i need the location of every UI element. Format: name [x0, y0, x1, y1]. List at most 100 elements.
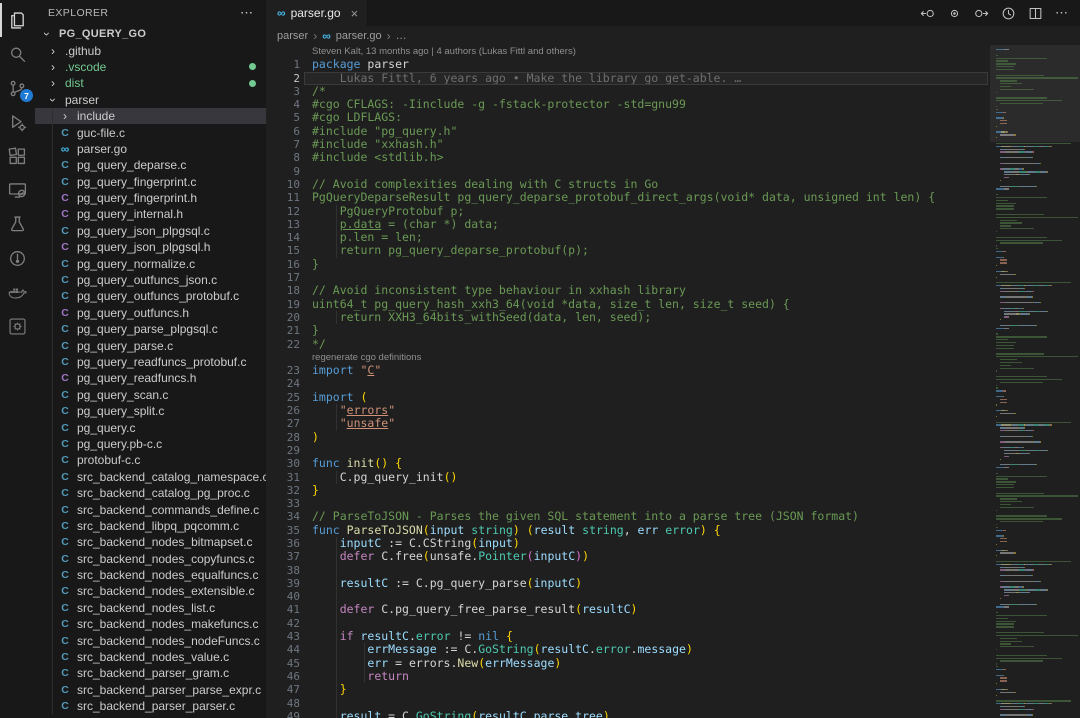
tree-item-src-backend-nodes-bitmapset-c[interactable]: Csrc_backend_nodes_bitmapset.c — [35, 534, 266, 550]
docker-icon[interactable] — [0, 275, 35, 309]
code-line-2[interactable]: 2Lukas Fittl, 6 years ago • Make the lib… — [266, 72, 990, 85]
code-line-26[interactable]: 26 "errors" — [266, 404, 990, 417]
run-debug-icon[interactable] — [0, 105, 35, 139]
code-line-12[interactable]: 12 PgQueryProtobuf p; — [266, 205, 990, 218]
testing-icon[interactable] — [0, 207, 35, 241]
tree-item-pg-query-scan-c[interactable]: Cpg_query_scan.c — [35, 387, 266, 403]
explorer-icon[interactable] — [0, 3, 35, 37]
code-line-17[interactable]: 17 — [266, 271, 990, 284]
tree-item-pg-query-readfuncs-protobuf-c[interactable]: Cpg_query_readfuncs_protobuf.c — [35, 354, 266, 370]
tree-item-src-backend-parser-gram-c[interactable]: Csrc_backend_parser_gram.c — [35, 665, 266, 681]
tree-item-pg-query-parse-c[interactable]: Cpg_query_parse.c — [35, 337, 266, 353]
pull-requests-icon[interactable] — [0, 241, 35, 275]
tree-item-protobuf-c-c[interactable]: Cprotobuf-c.c — [35, 452, 266, 468]
code-line-10[interactable]: 10// Avoid complexities dealing with C s… — [266, 178, 990, 191]
file-history-icon[interactable] — [1000, 5, 1016, 21]
code-line-5[interactable]: 5#cgo LDFLAGS: — [266, 111, 990, 124]
tree-item-src-backend-nodes-makefuncs-c[interactable]: Csrc_backend_nodes_makefuncs.c — [35, 616, 266, 632]
code-line-34[interactable]: 34// ParseToJSON - Parses the given SQL … — [266, 510, 990, 523]
containers-icon[interactable] — [0, 309, 35, 343]
more-actions-icon[interactable]: ⋯ — [1054, 5, 1070, 21]
tree-item-src-backend-parser-parse-expr-c[interactable]: Csrc_backend_parser_parse_expr.c — [35, 682, 266, 698]
code-line-25[interactable]: 25import ( — [266, 391, 990, 404]
tree-item-pg-query-pb-c-c[interactable]: Cpg_query.pb-c.c — [35, 436, 266, 452]
code-line-27[interactable]: 27 "unsafe" — [266, 417, 990, 430]
more-actions-icon[interactable]: ⋯ — [240, 5, 254, 21]
code-line-44[interactable]: 44 errMessage := C.GoString(resultC.erro… — [266, 643, 990, 656]
code-line-18[interactable]: 18// Avoid inconsistent type behaviour i… — [266, 284, 990, 297]
code-line-30[interactable]: 30func init() { — [266, 457, 990, 470]
tab-parser-go[interactable]: ∞ parser.go × — [266, 0, 368, 26]
code-line-15[interactable]: 15 return pg_query_deparse_protobuf(p); — [266, 244, 990, 257]
tree-item-src-backend-nodes-extensible-c[interactable]: Csrc_backend_nodes_extensible.c — [35, 583, 266, 599]
code-line-14[interactable]: 14 p.len = len; — [266, 231, 990, 244]
previous-change-icon[interactable] — [919, 5, 935, 21]
code-line-1[interactable]: 1package parser — [266, 58, 990, 71]
code-line-35[interactable]: 35func ParseToJSON(input string) (result… — [266, 524, 990, 537]
code-line-7[interactable]: 7#include "xxhash.h" — [266, 138, 990, 151]
tree-item-pg-query-normalize-c[interactable]: Cpg_query_normalize.c — [35, 255, 266, 271]
code-line-31[interactable]: 31 C.pg_query_init() — [266, 471, 990, 484]
tree-item-pg-query-json-plpgsql-h[interactable]: Cpg_query_json_plpgsql.h — [35, 239, 266, 255]
close-icon[interactable]: × — [351, 6, 359, 21]
tree-item-pg-query-fingerprint-c[interactable]: Cpg_query_fingerprint.c — [35, 174, 266, 190]
tree-item-src-backend-nodes-list-c[interactable]: Csrc_backend_nodes_list.c — [35, 600, 266, 616]
tree-item-pg-query-parse-plpgsql-c[interactable]: Cpg_query_parse_plpgsql.c — [35, 321, 266, 337]
tree-item-src-backend-nodes-copyfuncs-c[interactable]: Csrc_backend_nodes_copyfuncs.c — [35, 551, 266, 567]
code-line-43[interactable]: 43 if resultC.error != nil { — [266, 630, 990, 643]
code-line-36[interactable]: 36 inputC := C.CString(input) — [266, 537, 990, 550]
code-line-49[interactable]: 49 result = C.GoString(resultC.parse_tre… — [266, 710, 990, 718]
code-line-40[interactable]: 40 — [266, 590, 990, 603]
tree-item-parser[interactable]: ›parser — [35, 92, 266, 108]
code-lens[interactable]: Steven Kalt, 13 months ago | 4 authors (… — [266, 45, 990, 58]
code-line-33[interactable]: 33 — [266, 497, 990, 510]
code-line-13[interactable]: 13 p.data = (char *) data; — [266, 218, 990, 231]
tree-item-pg-query-outfuncs-protobuf-c[interactable]: Cpg_query_outfuncs_protobuf.c — [35, 288, 266, 304]
tree-item-pg-query-json-plpgsql-c[interactable]: Cpg_query_json_plpgsql.c — [35, 223, 266, 239]
tree-item-pg-query-outfuncs-h[interactable]: Cpg_query_outfuncs.h — [35, 305, 266, 321]
open-changes-icon[interactable] — [946, 5, 962, 21]
tree-item-src-backend-commands-define-c[interactable]: Csrc_backend_commands_define.c — [35, 501, 266, 517]
tree-item--vscode[interactable]: ›.vscode — [35, 59, 266, 75]
code-area[interactable]: Steven Kalt, 13 months ago | 4 authors (… — [266, 45, 990, 718]
code-line-32[interactable]: 32} — [266, 484, 990, 497]
breadcrumb-folder[interactable]: parser — [277, 30, 308, 42]
extensions-icon[interactable] — [0, 139, 35, 173]
code-line-24[interactable]: 24 — [266, 377, 990, 390]
tree-item-pg-query-split-c[interactable]: Cpg_query_split.c — [35, 403, 266, 419]
code-line-8[interactable]: 8#include <stdlib.h> — [266, 151, 990, 164]
tree-item-pg-query-outfuncs-json-c[interactable]: Cpg_query_outfuncs_json.c — [35, 272, 266, 288]
code-line-42[interactable]: 42 — [266, 617, 990, 630]
code-line-47[interactable]: 47 } — [266, 683, 990, 696]
code-line-23[interactable]: 23import "C" — [266, 364, 990, 377]
tree-item-src-backend-catalog-pg-proc-c[interactable]: Csrc_backend_catalog_pg_proc.c — [35, 485, 266, 501]
tree-item--github[interactable]: ›.github — [35, 42, 266, 58]
code-line-45[interactable]: 45 err = errors.New(errMessage) — [266, 657, 990, 670]
code-line-38[interactable]: 38 — [266, 564, 990, 577]
code-line-4[interactable]: 4#cgo CFLAGS: -Iinclude -g -fstack-prote… — [266, 98, 990, 111]
code-line-48[interactable]: 48 — [266, 697, 990, 710]
tree-item-guc-file-c[interactable]: Cguc-file.c — [35, 124, 266, 140]
source-control-icon[interactable]: 7 — [0, 71, 35, 105]
code-line-11[interactable]: 11PgQueryDeparseResult pg_query_deparse_… — [266, 191, 990, 204]
tree-item-pg-query-fingerprint-h[interactable]: Cpg_query_fingerprint.h — [35, 190, 266, 206]
code-line-20[interactable]: 20 return XXH3_64bits_withSeed(data, len… — [266, 311, 990, 324]
next-change-icon[interactable] — [973, 5, 989, 21]
tree-item-pg-query-deparse-c[interactable]: Cpg_query_deparse.c — [35, 157, 266, 173]
tree-item-pg-query-readfuncs-h[interactable]: Cpg_query_readfuncs.h — [35, 370, 266, 386]
code-line-41[interactable]: 41 defer C.pg_query_free_parse_result(re… — [266, 603, 990, 616]
remote-explorer-icon[interactable] — [0, 173, 35, 207]
code-line-46[interactable]: 46 return — [266, 670, 990, 683]
code-line-21[interactable]: 21} — [266, 324, 990, 337]
code-line-28[interactable]: 28) — [266, 431, 990, 444]
code-line-16[interactable]: 16} — [266, 258, 990, 271]
code-line-39[interactable]: 39 resultC := C.pg_query_parse(inputC) — [266, 577, 990, 590]
breadcrumb-file[interactable]: parser.go — [336, 30, 382, 42]
code-line-19[interactable]: 19uint64_t pg_query_hash_xxh3_64(void *d… — [266, 298, 990, 311]
tree-item-src-backend-parser-parser-c[interactable]: Csrc_backend_parser_parser.c — [35, 698, 266, 714]
code-line-22[interactable]: 22*/ — [266, 338, 990, 351]
tree-item-src-backend-nodes-equalfuncs-c[interactable]: Csrc_backend_nodes_equalfuncs.c — [35, 567, 266, 583]
tree-item-parser-go[interactable]: ∞parser.go — [35, 141, 266, 157]
tree-item-dist[interactable]: ›dist — [35, 75, 266, 91]
split-editor-icon[interactable] — [1027, 5, 1043, 21]
